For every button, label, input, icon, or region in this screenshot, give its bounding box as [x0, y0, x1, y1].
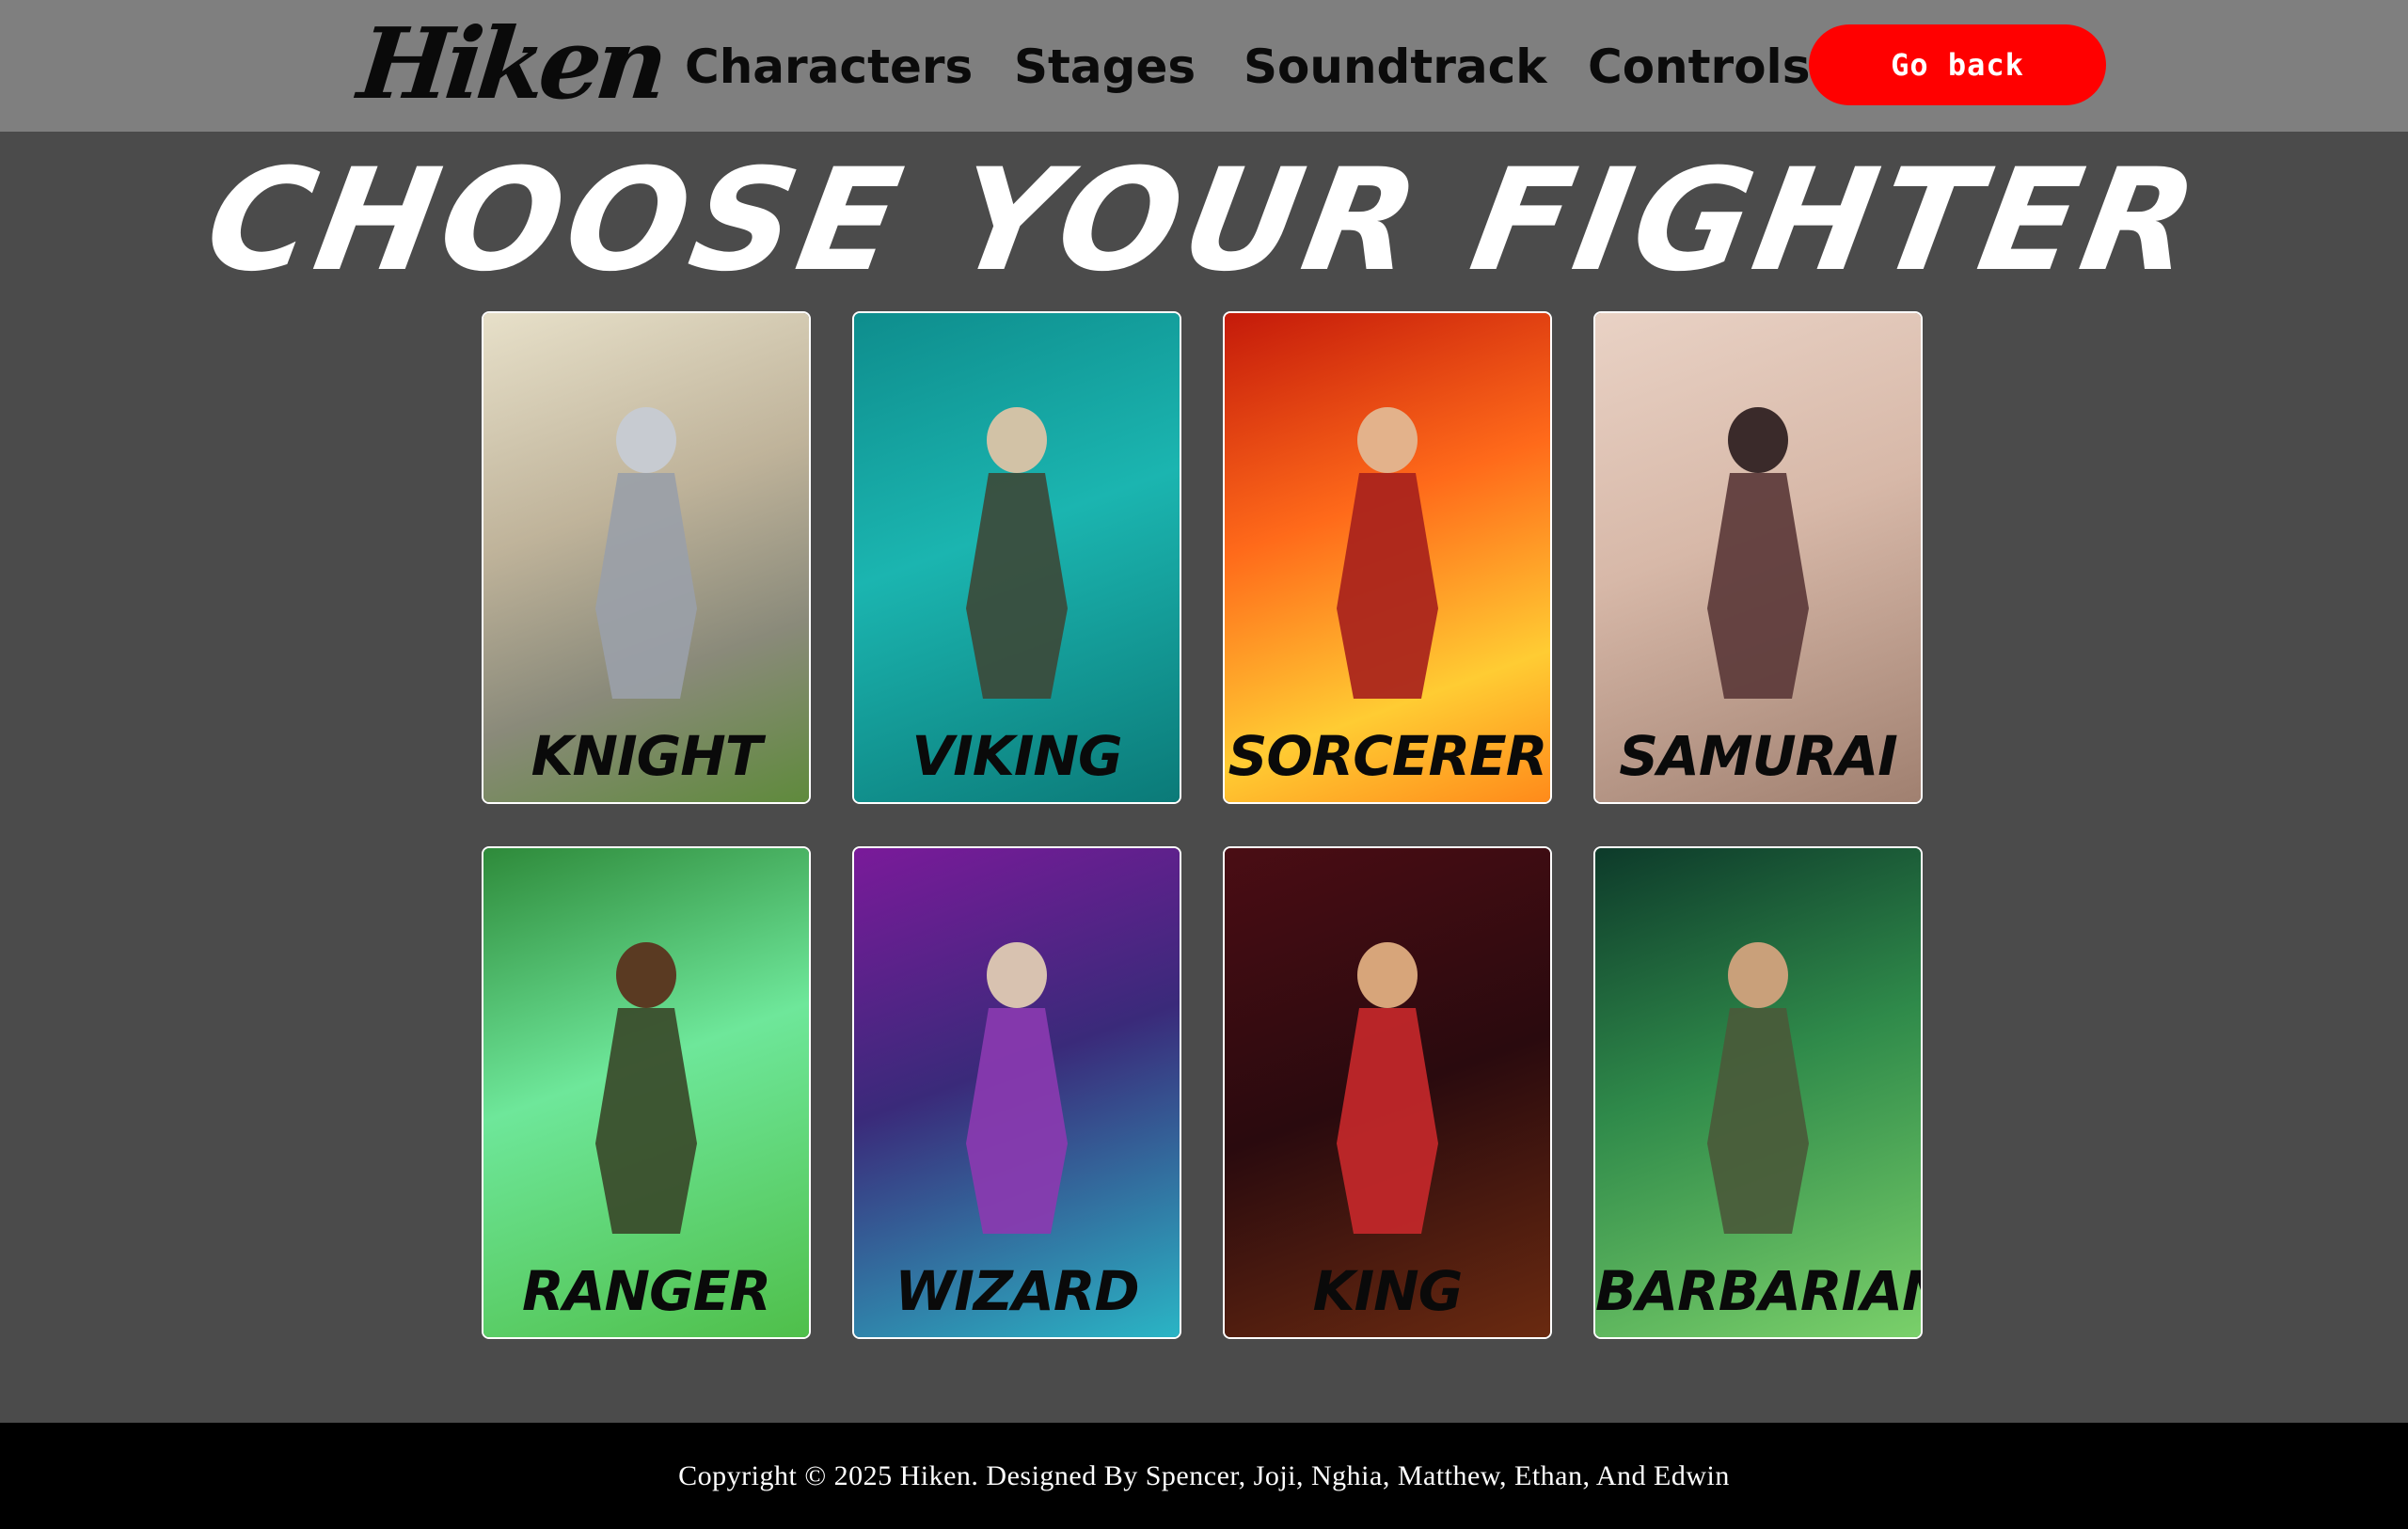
page-title: Choose Your Fighter — [195, 139, 2213, 303]
character-name: Barbarian — [1595, 1259, 1923, 1323]
character-body — [1337, 473, 1438, 699]
character-card-samurai[interactable]: Samurai — [1593, 311, 1923, 804]
copyright-text: Copyright © 2025 Hiken. Designed By Spen… — [678, 1459, 1730, 1491]
character-card-sorcerer[interactable]: Sorcerer — [1223, 311, 1552, 804]
character-grid: Knight Viking Sorcerer Samurai Ranger Wi… — [482, 311, 1926, 1344]
character-body — [966, 473, 1068, 699]
character-name: Sorcerer — [1228, 724, 1548, 788]
character-body — [1707, 473, 1809, 699]
character-body — [1707, 1008, 1809, 1234]
character-card-king[interactable]: King — [1223, 846, 1552, 1339]
character-head — [987, 942, 1047, 1008]
character-head — [616, 942, 676, 1008]
page-footer: Copyright © 2025 Hiken. Designed By Spen… — [0, 1423, 2408, 1529]
character-name: Viking — [911, 724, 1122, 788]
character-head — [1357, 942, 1418, 1008]
hiken-logo[interactable]: Hiken — [354, 6, 669, 121]
character-name: Wizard — [895, 1259, 1139, 1323]
character-body — [1337, 1008, 1438, 1234]
character-head — [1728, 407, 1788, 473]
character-name: Samurai — [1619, 724, 1898, 788]
character-head — [987, 407, 1047, 473]
character-head — [616, 407, 676, 473]
character-body — [966, 1008, 1068, 1234]
character-body — [595, 473, 697, 699]
top-navbar: Hiken Characters Stages Soundtrack Contr… — [0, 0, 2408, 132]
character-head — [1728, 942, 1788, 1008]
character-head — [1357, 407, 1418, 473]
character-card-wizard[interactable]: Wizard — [852, 846, 1181, 1339]
nav-link-soundtrack[interactable]: Soundtrack — [1244, 34, 1547, 100]
nav-link-characters[interactable]: Characters — [685, 34, 973, 100]
character-body — [595, 1008, 697, 1234]
character-card-knight[interactable]: Knight — [482, 311, 811, 804]
character-name: King — [1312, 1259, 1464, 1323]
character-card-barbarian[interactable]: Barbarian — [1593, 846, 1923, 1339]
character-card-ranger[interactable]: Ranger — [482, 846, 811, 1339]
character-name: Knight — [531, 724, 763, 788]
go-back-button[interactable]: Go back — [1809, 24, 2106, 105]
nav-link-controls[interactable]: Controls — [1588, 34, 1810, 100]
character-card-viking[interactable]: Viking — [852, 311, 1181, 804]
nav-link-stages[interactable]: Stages — [1014, 34, 1196, 100]
character-name: Ranger — [522, 1259, 771, 1323]
